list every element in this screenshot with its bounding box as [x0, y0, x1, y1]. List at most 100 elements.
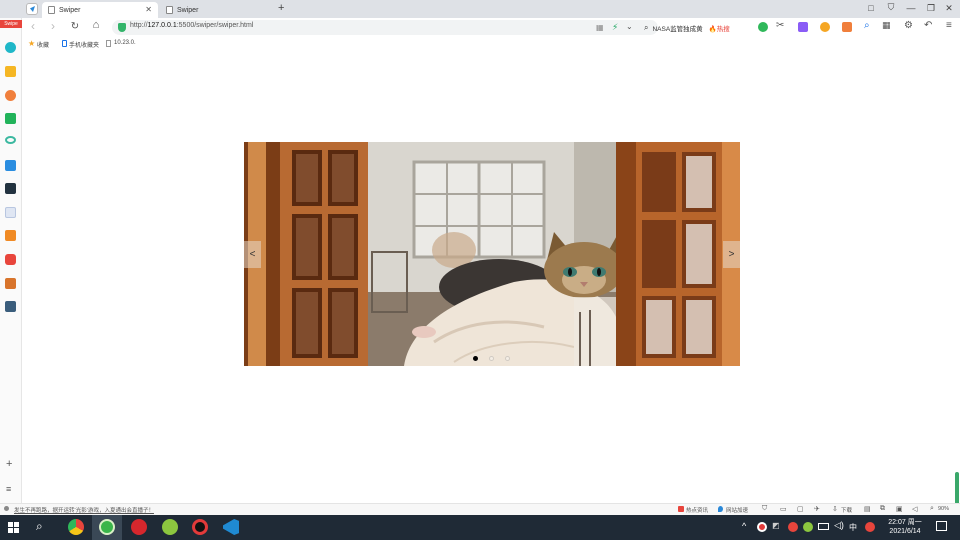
windows-taskbar: ⌕ ^ ◩ ◁) 中 22:07 周一 2021/6/14	[0, 515, 960, 540]
home-button[interactable]: ⌂	[89, 19, 103, 31]
sidebar-item-weibo[interactable]	[5, 90, 16, 101]
tab-swiper-inactive[interactable]: Swiper	[160, 2, 270, 18]
tray-volume-icon[interactable]: ◁)	[834, 520, 844, 531]
browser-logo-icon[interactable]	[26, 3, 38, 15]
pagination-dot-3[interactable]	[505, 356, 510, 361]
menu-icon[interactable]: ≡	[946, 20, 956, 31]
recorder-icon[interactable]	[192, 519, 208, 535]
sidebar-toggle-button[interactable]: □	[864, 3, 878, 13]
forward-button[interactable]: ›	[46, 19, 60, 33]
copy-icon[interactable]: ⧉	[880, 505, 885, 513]
sidebar-item-game[interactable]	[5, 278, 16, 289]
sidebar-menu-button[interactable]: ≡	[6, 484, 11, 494]
shield-status-icon[interactable]: ⛉	[762, 505, 767, 513]
tray-wechat-icon[interactable]	[788, 522, 798, 532]
tray-green-icon[interactable]	[803, 522, 813, 532]
screen-icon[interactable]: ▭	[780, 505, 787, 513]
notification-icon[interactable]	[936, 521, 947, 531]
close-tab-icon[interactable]: ✕	[145, 5, 152, 14]
taskbar-clock[interactable]: 22:07 周一 2021/6/14	[880, 518, 930, 536]
green-app-icon[interactable]	[162, 519, 178, 535]
print-icon[interactable]: ▤	[864, 505, 871, 513]
wechat-icon[interactable]	[758, 22, 768, 32]
sidebar-item-browser[interactable]	[5, 42, 16, 53]
undo-icon[interactable]: ↶	[924, 20, 934, 31]
new-tab-button[interactable]: +	[278, 2, 284, 14]
pagination-dot-2[interactable]	[489, 356, 494, 361]
download-icon[interactable]: ⇩	[832, 505, 838, 513]
game-icon[interactable]	[842, 22, 852, 32]
tray-battery-icon[interactable]	[818, 523, 829, 530]
360-browser-icon[interactable]	[99, 519, 115, 535]
swiper-slider[interactable]: < >	[244, 142, 740, 366]
bolt-icon[interactable]: ⚡	[612, 22, 618, 33]
chat-icon[interactable]: ▢	[797, 505, 804, 513]
sidebar-item-red[interactable]	[5, 254, 16, 265]
sidebar-badge[interactable]: Swipe	[0, 20, 22, 28]
sidebar-item-cloud[interactable]	[5, 136, 16, 144]
back-button[interactable]: ‹	[26, 19, 40, 33]
mute-icon[interactable]: ✈	[814, 505, 820, 513]
settings-icon[interactable]: ⚙	[904, 20, 914, 31]
netease-music-icon[interactable]	[131, 519, 147, 535]
scissors-icon[interactable]: ✂	[776, 20, 786, 31]
tray-chevron-icon[interactable]: ^	[742, 521, 746, 531]
sidebar-item-dark-app[interactable]	[5, 183, 16, 194]
tab-title: Swiper	[59, 6, 81, 14]
slide-image	[244, 142, 740, 366]
sidebar-item-orange[interactable]	[5, 230, 16, 241]
url-text[interactable]: http://127.0.0.1:5500/swiper/swiper.html	[130, 22, 253, 29]
close-window-button[interactable]: ✕	[942, 3, 956, 14]
tray-network-app-icon[interactable]: ◩	[772, 521, 780, 530]
browser-status-bar: 发生不再跑路，据开运转‘光影’游戏，入夏通出会直播子！ 热点资讯 网站加速 ⛉ …	[0, 503, 960, 515]
tray-sogou-icon[interactable]	[865, 522, 875, 532]
search-suggestion[interactable]: NASA监管独成黄	[652, 23, 702, 33]
volume-status-icon[interactable]: ◁	[912, 505, 917, 513]
skin-icon[interactable]: ⛉	[884, 2, 898, 13]
extension-orange-icon[interactable]	[820, 22, 830, 32]
shield-icon	[118, 23, 126, 32]
prev-slide-button[interactable]: <	[244, 241, 261, 268]
tab-title: Swiper	[177, 6, 199, 14]
zoom-icon[interactable]: ⌕	[930, 505, 934, 513]
next-slide-button[interactable]: >	[723, 241, 740, 268]
bookmark-mobile-folder[interactable]: 手机收藏夹	[69, 40, 99, 49]
apps-icon[interactable]: ▦	[882, 20, 892, 30]
sidebar-item-doc[interactable]	[5, 207, 16, 218]
chevron-down-icon[interactable]: ⌄	[626, 22, 633, 31]
hot-badge[interactable]: 🔥热搜	[709, 23, 730, 33]
extension-purple-icon[interactable]	[798, 22, 808, 32]
chrome-icon[interactable]	[68, 519, 84, 535]
tray-record-icon[interactable]	[757, 522, 767, 532]
sidebar-item-favorites[interactable]	[5, 66, 16, 77]
hot-news-link[interactable]: 热点资讯	[686, 506, 708, 514]
grid-icon[interactable]: ▦	[596, 23, 604, 32]
status-news-ticker[interactable]: 发生不再跑路，据开运转‘光影’游戏，入夏通出会直播子！	[14, 506, 154, 514]
window-icon[interactable]: ▣	[896, 505, 903, 513]
page-icon	[106, 40, 111, 47]
reload-button[interactable]: ↻	[68, 21, 82, 32]
sidebar-item-pdf[interactable]	[5, 160, 16, 171]
bookmark-favorites[interactable]: 收藏	[37, 40, 49, 49]
accel-icon	[718, 506, 723, 512]
download-link[interactable]: 下载	[841, 506, 852, 514]
search-box[interactable]: ⌕ NASA监管独成黄 🔥热搜	[644, 20, 770, 35]
windows-start-icon[interactable]	[8, 522, 19, 533]
minimize-button[interactable]: —	[904, 3, 918, 13]
taskbar-search-icon[interactable]: ⌕	[36, 519, 43, 534]
pagination-dot-1[interactable]	[473, 356, 478, 361]
mobile-icon	[62, 40, 67, 47]
bookmark-ip[interactable]: 10.23.0.	[114, 40, 136, 46]
magnifier-icon[interactable]: ⌕	[864, 20, 874, 31]
accel-link[interactable]: 网站加速	[726, 506, 748, 514]
ime-indicator[interactable]: 中	[849, 522, 857, 533]
restore-button[interactable]: ❐	[924, 3, 938, 14]
address-bar[interactable]: http://127.0.0.1:5500/swiper/swiper.html…	[112, 20, 658, 35]
sidebar-item-photo[interactable]	[5, 301, 16, 312]
sidebar-add-button[interactable]: +	[6, 458, 12, 470]
page-icon	[48, 6, 55, 14]
tab-swiper-active[interactable]: Swiper ✕	[42, 2, 158, 18]
vscode-icon[interactable]	[223, 519, 239, 535]
sidebar-item-mail[interactable]	[5, 113, 16, 124]
zoom-level[interactable]: 90%	[938, 506, 949, 512]
